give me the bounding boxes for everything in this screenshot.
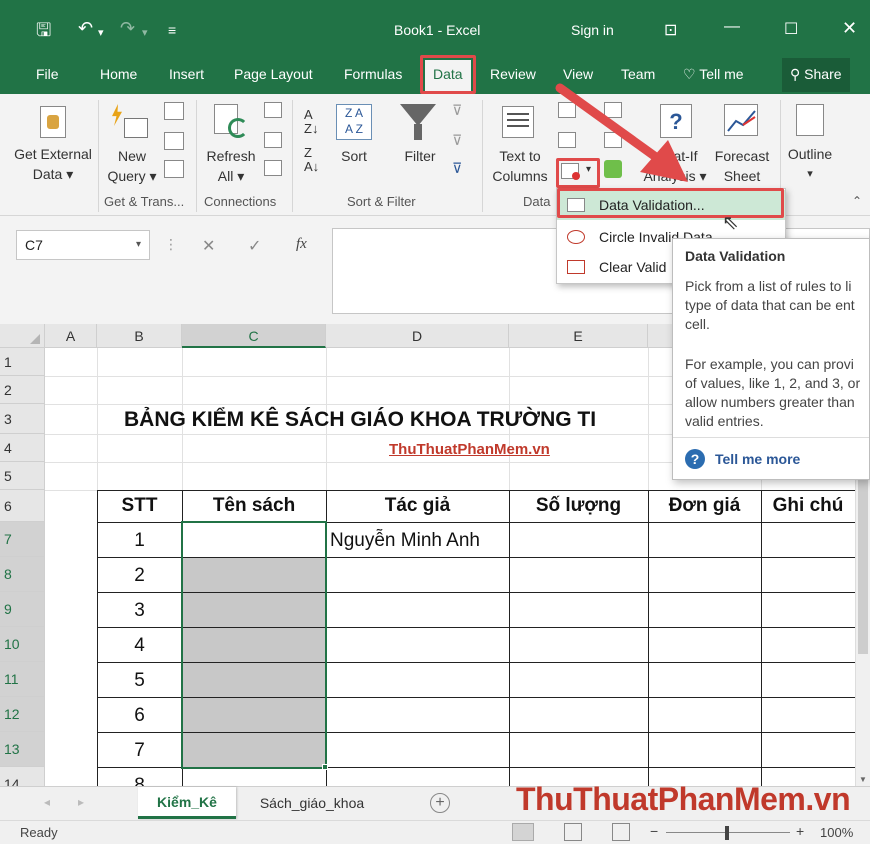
annotation-arrow [555,83,688,182]
